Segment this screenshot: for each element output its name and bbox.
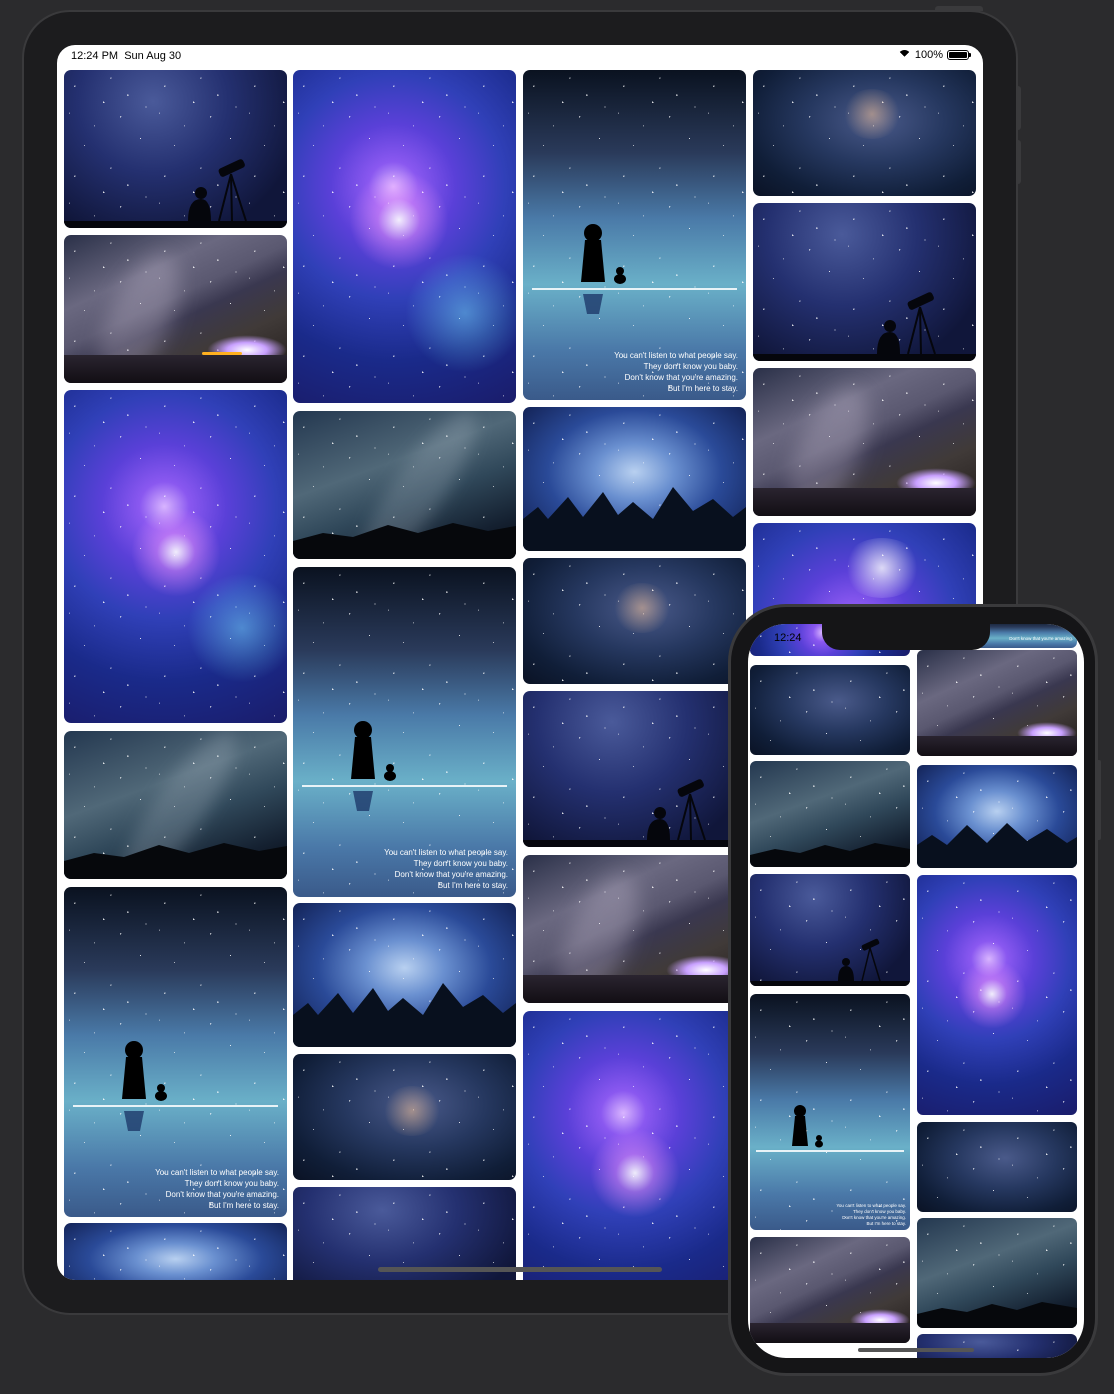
gallery-image-telescope[interactable] [917,1334,1077,1358]
telescope-silhouette-icon [838,938,881,982]
trees-silhouette-icon [523,487,746,551]
gallery-image-deep-space[interactable] [523,558,746,684]
ipad-volume-down-button [1016,140,1021,184]
mountains-silhouette-icon [750,843,910,867]
girl-cat-silhouette-icon [792,1105,823,1148]
gallery-image-milky-way[interactable] [753,368,976,516]
gallery-image-girl-cat[interactable]: You can't listen to what people say. They… [293,567,516,897]
battery-icon [947,50,971,60]
mountains-silhouette-icon [293,523,516,559]
ipad-volume-up-button [1016,86,1021,130]
gallery-image-milky-way[interactable] [64,235,287,383]
tile-quote: You can't listen to what people say. They… [384,848,508,890]
top-peek-quote: Don't know that you're amazing. [1009,636,1073,641]
mountains-silhouette-icon [917,1302,1077,1328]
status-right: 100% [897,49,971,61]
gallery-image-girl-cat[interactable]: You can't listen to what people say. They… [523,70,746,400]
gallery-image-milky-way[interactable] [750,1237,910,1343]
trees-silhouette-icon [917,823,1077,868]
mountains-silhouette-icon [64,843,287,879]
gallery-image-milky-way-mountains[interactable] [64,731,287,879]
gallery-image-nebula-clouds[interactable] [64,1223,287,1280]
gallery-image-nebula-clouds[interactable] [293,903,516,1047]
gallery-image-purple-galaxy[interactable] [64,390,287,723]
tile-quote: You can't listen to what people say. They… [614,351,738,393]
gallery-image-milky-way-mountains[interactable] [917,1218,1077,1328]
gallery-image-girl-cat[interactable]: You can't listen to what people say. They… [64,887,287,1217]
iphone-notch [822,624,990,650]
telescope-silhouette-icon [188,159,247,222]
gallery-image-telescope[interactable] [753,203,976,361]
iphone-side-button [1097,760,1101,840]
gallery-image-deep-space[interactable] [753,70,976,196]
gallery-image-girl-cat[interactable]: You can't listen to what people say. They… [750,994,910,1230]
tile-quote: You can't listen to what people say. They… [836,1203,906,1226]
gallery-image-milky-way[interactable] [523,855,746,1003]
battery-percent: 100% [914,49,943,61]
gallery-image-telescope[interactable] [523,691,746,847]
trees-silhouette-icon [293,983,516,1047]
gallery-image-purple-galaxy[interactable] [523,1011,746,1280]
gallery-image-telescope[interactable] [750,874,910,986]
iphone-home-indicator[interactable] [858,1348,974,1352]
home-indicator[interactable] [378,1267,662,1272]
gallery-image-milky-way-mountains[interactable] [293,411,516,559]
status-bar: 12:24 PM Sun Aug 30 100% [57,45,983,67]
gallery-image-milky-way[interactable] [917,650,1077,756]
telescope-silhouette-icon [877,292,936,355]
iphone-screen: 12:24 You can't listen to what people sa… [748,624,1084,1358]
iphone-status-time: 12:24 [774,632,802,644]
telescope-silhouette-icon [647,779,706,841]
gallery-image-purple-galaxy[interactable] [293,70,516,403]
gallery-image-telescope[interactable] [64,70,287,228]
gallery-image-purple-galaxy[interactable] [917,875,1077,1115]
gallery-image-nebula-clouds[interactable] [523,407,746,551]
tile-quote: You can't listen to what people say. They… [155,1168,279,1210]
status-time: 12:24 PM Sun Aug 30 [71,50,182,62]
gallery-image-deep-space[interactable] [293,1054,516,1180]
gallery-image-deep-space[interactable] [750,665,910,755]
wifi-icon [897,50,911,60]
gallery-image-milky-way-mountains[interactable] [750,761,910,867]
gallery-image-nebula-clouds[interactable] [917,765,1077,868]
gallery-image-deep-space[interactable] [917,1122,1077,1212]
